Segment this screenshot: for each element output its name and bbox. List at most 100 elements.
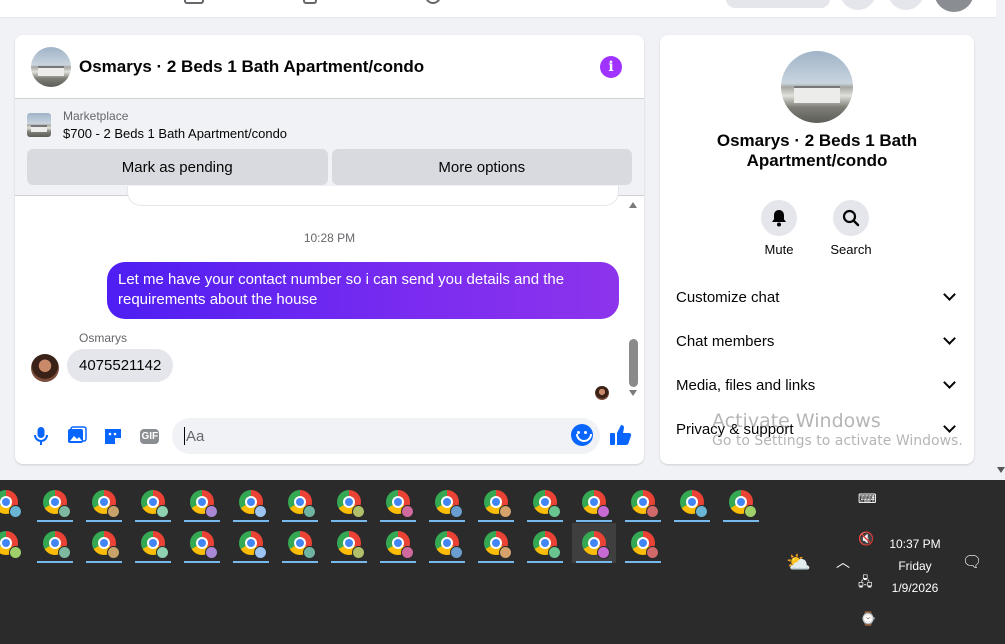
menu-button[interactable]	[840, 0, 876, 10]
chrome-taskbar-button[interactable]	[82, 482, 126, 522]
nav-icon[interactable]	[425, 0, 441, 4]
media-files-links-row[interactable]: Media, files and links	[676, 367, 960, 403]
profile-badge	[401, 546, 414, 559]
customize-chat-row[interactable]: Customize chat	[676, 279, 960, 315]
sticker-icon[interactable]	[101, 424, 125, 448]
bell-icon[interactable]	[761, 200, 797, 236]
nav-pill-button[interactable]	[726, 0, 830, 8]
account-avatar[interactable]	[934, 0, 974, 12]
photo-icon[interactable]	[65, 424, 89, 448]
chat-avatar[interactable]	[31, 46, 71, 87]
search-label: Search	[830, 242, 872, 257]
chat-details-panel: Osmarys · 2 Beds 1 Bath Apartment/condo …	[660, 35, 974, 464]
keyboard-icon[interactable]: ⌨	[858, 492, 877, 507]
chevron-down-icon	[943, 288, 956, 301]
profile-badge	[744, 505, 757, 518]
sender-name: Osmarys	[79, 331, 127, 345]
chrome-icon	[190, 490, 218, 518]
chrome-taskbar-button[interactable]	[33, 482, 77, 522]
chrome-taskbar-button[interactable]	[719, 482, 763, 522]
scroll-up-arrow[interactable]	[629, 202, 637, 208]
chrome-taskbar-button[interactable]	[278, 523, 322, 563]
chrome-taskbar-button[interactable]	[523, 523, 567, 563]
nav-icon[interactable]	[184, 0, 204, 4]
info-icon[interactable]: i	[600, 55, 622, 78]
chrome-taskbar-button[interactable]	[229, 523, 273, 563]
mute-action[interactable]: Mute	[749, 200, 809, 257]
marketplace-label: Marketplace	[63, 109, 129, 123]
running-indicator	[429, 561, 465, 563]
thumbs-up-icon[interactable]	[609, 423, 633, 447]
chrome-taskbar-button[interactable]	[180, 523, 224, 563]
chrome-taskbar-button[interactable]	[474, 482, 518, 522]
chrome-taskbar-button[interactable]	[131, 523, 175, 563]
volume-muted-icon[interactable]: 🔇	[858, 532, 874, 547]
scrollbar-thumb[interactable]	[629, 339, 638, 387]
chrome-taskbar-button[interactable]	[0, 523, 28, 563]
chat-members-row[interactable]: Chat members	[676, 323, 960, 359]
chrome-taskbar-button[interactable]	[180, 482, 224, 522]
scroll-down-arrow[interactable]	[629, 390, 637, 396]
chrome-taskbar-button[interactable]	[572, 482, 616, 522]
chrome-taskbar-button[interactable]	[425, 482, 469, 522]
page-scrollbar[interactable]	[996, 0, 1005, 480]
chrome-icon	[337, 490, 365, 518]
clock-time: 10:37 PM	[889, 537, 941, 551]
running-indicator	[86, 561, 122, 563]
emoji-icon[interactable]	[571, 424, 593, 446]
chrome-taskbar-button[interactable]	[376, 482, 420, 522]
weather-icon[interactable]: ⛅	[786, 550, 811, 574]
running-indicator	[37, 561, 73, 563]
profile-badge	[205, 546, 218, 559]
chrome-taskbar-button[interactable]	[621, 523, 665, 563]
chrome-icon	[435, 531, 463, 559]
gif-icon[interactable]: GIF	[137, 424, 161, 448]
message-composer: GIF Aa	[15, 416, 644, 456]
chrome-taskbar-button[interactable]	[0, 482, 28, 522]
messenger-button[interactable]	[888, 0, 924, 10]
chrome-icon	[337, 531, 365, 559]
chrome-taskbar-button[interactable]	[621, 482, 665, 522]
chrome-taskbar-button[interactable]	[82, 523, 126, 563]
chat-title[interactable]: Osmarys · 2 Beds 1 Bath Apartment/condo	[79, 57, 600, 77]
network-icon[interactable]: 🖧	[858, 573, 873, 595]
chrome-taskbar-button[interactable]	[33, 523, 77, 563]
chevron-up-icon[interactable]: ︿	[836, 552, 850, 572]
listing-row[interactable]: Marketplace $700 - 2 Beds 1 Bath Apartme…	[27, 107, 632, 143]
more-options-button[interactable]: More options	[331, 149, 632, 185]
message-input[interactable]: Aa	[172, 418, 600, 454]
chrome-taskbar-button[interactable]	[376, 523, 420, 563]
microphone-icon[interactable]	[29, 424, 53, 448]
search-icon[interactable]	[833, 200, 869, 236]
chrome-taskbar-button[interactable]	[474, 523, 518, 563]
system-clock[interactable]: 10:37 PM Friday 1/9/2026	[880, 533, 950, 599]
chrome-taskbar-button[interactable]	[278, 482, 322, 522]
notifications-icon[interactable]: 🗨	[962, 552, 982, 571]
search-action[interactable]: Search	[821, 200, 881, 257]
mark-as-pending-button[interactable]: Mark as pending	[27, 149, 328, 185]
chrome-taskbar-button[interactable]	[327, 482, 371, 522]
details-avatar[interactable]	[781, 51, 853, 123]
running-indicator	[282, 561, 318, 563]
chrome-taskbar-button[interactable]	[670, 482, 714, 522]
listing-thumbnail	[27, 113, 51, 137]
profile-badge	[695, 505, 708, 518]
chrome-taskbar-button[interactable]	[523, 482, 567, 522]
chrome-taskbar-button[interactable]	[229, 482, 273, 522]
incoming-message[interactable]: 4075521142	[67, 349, 174, 382]
chrome-icon	[729, 490, 757, 518]
chrome-taskbar-button[interactable]	[131, 482, 175, 522]
outgoing-message[interactable]: Let me have your contact number so i can…	[107, 262, 619, 319]
scroll-down-arrow[interactable]	[997, 467, 1005, 473]
sender-avatar[interactable]	[31, 354, 59, 382]
chrome-taskbar-button[interactable]	[572, 523, 616, 563]
profile-badge	[548, 505, 561, 518]
profile-badge	[107, 505, 120, 518]
profile-badge	[9, 505, 22, 518]
nav-icon[interactable]	[303, 0, 317, 4]
profile-badge	[156, 546, 169, 559]
meet-icon[interactable]: ⌚	[860, 612, 876, 627]
chrome-taskbar-button[interactable]	[327, 523, 371, 563]
running-indicator	[527, 561, 563, 563]
chrome-taskbar-button[interactable]	[425, 523, 469, 563]
